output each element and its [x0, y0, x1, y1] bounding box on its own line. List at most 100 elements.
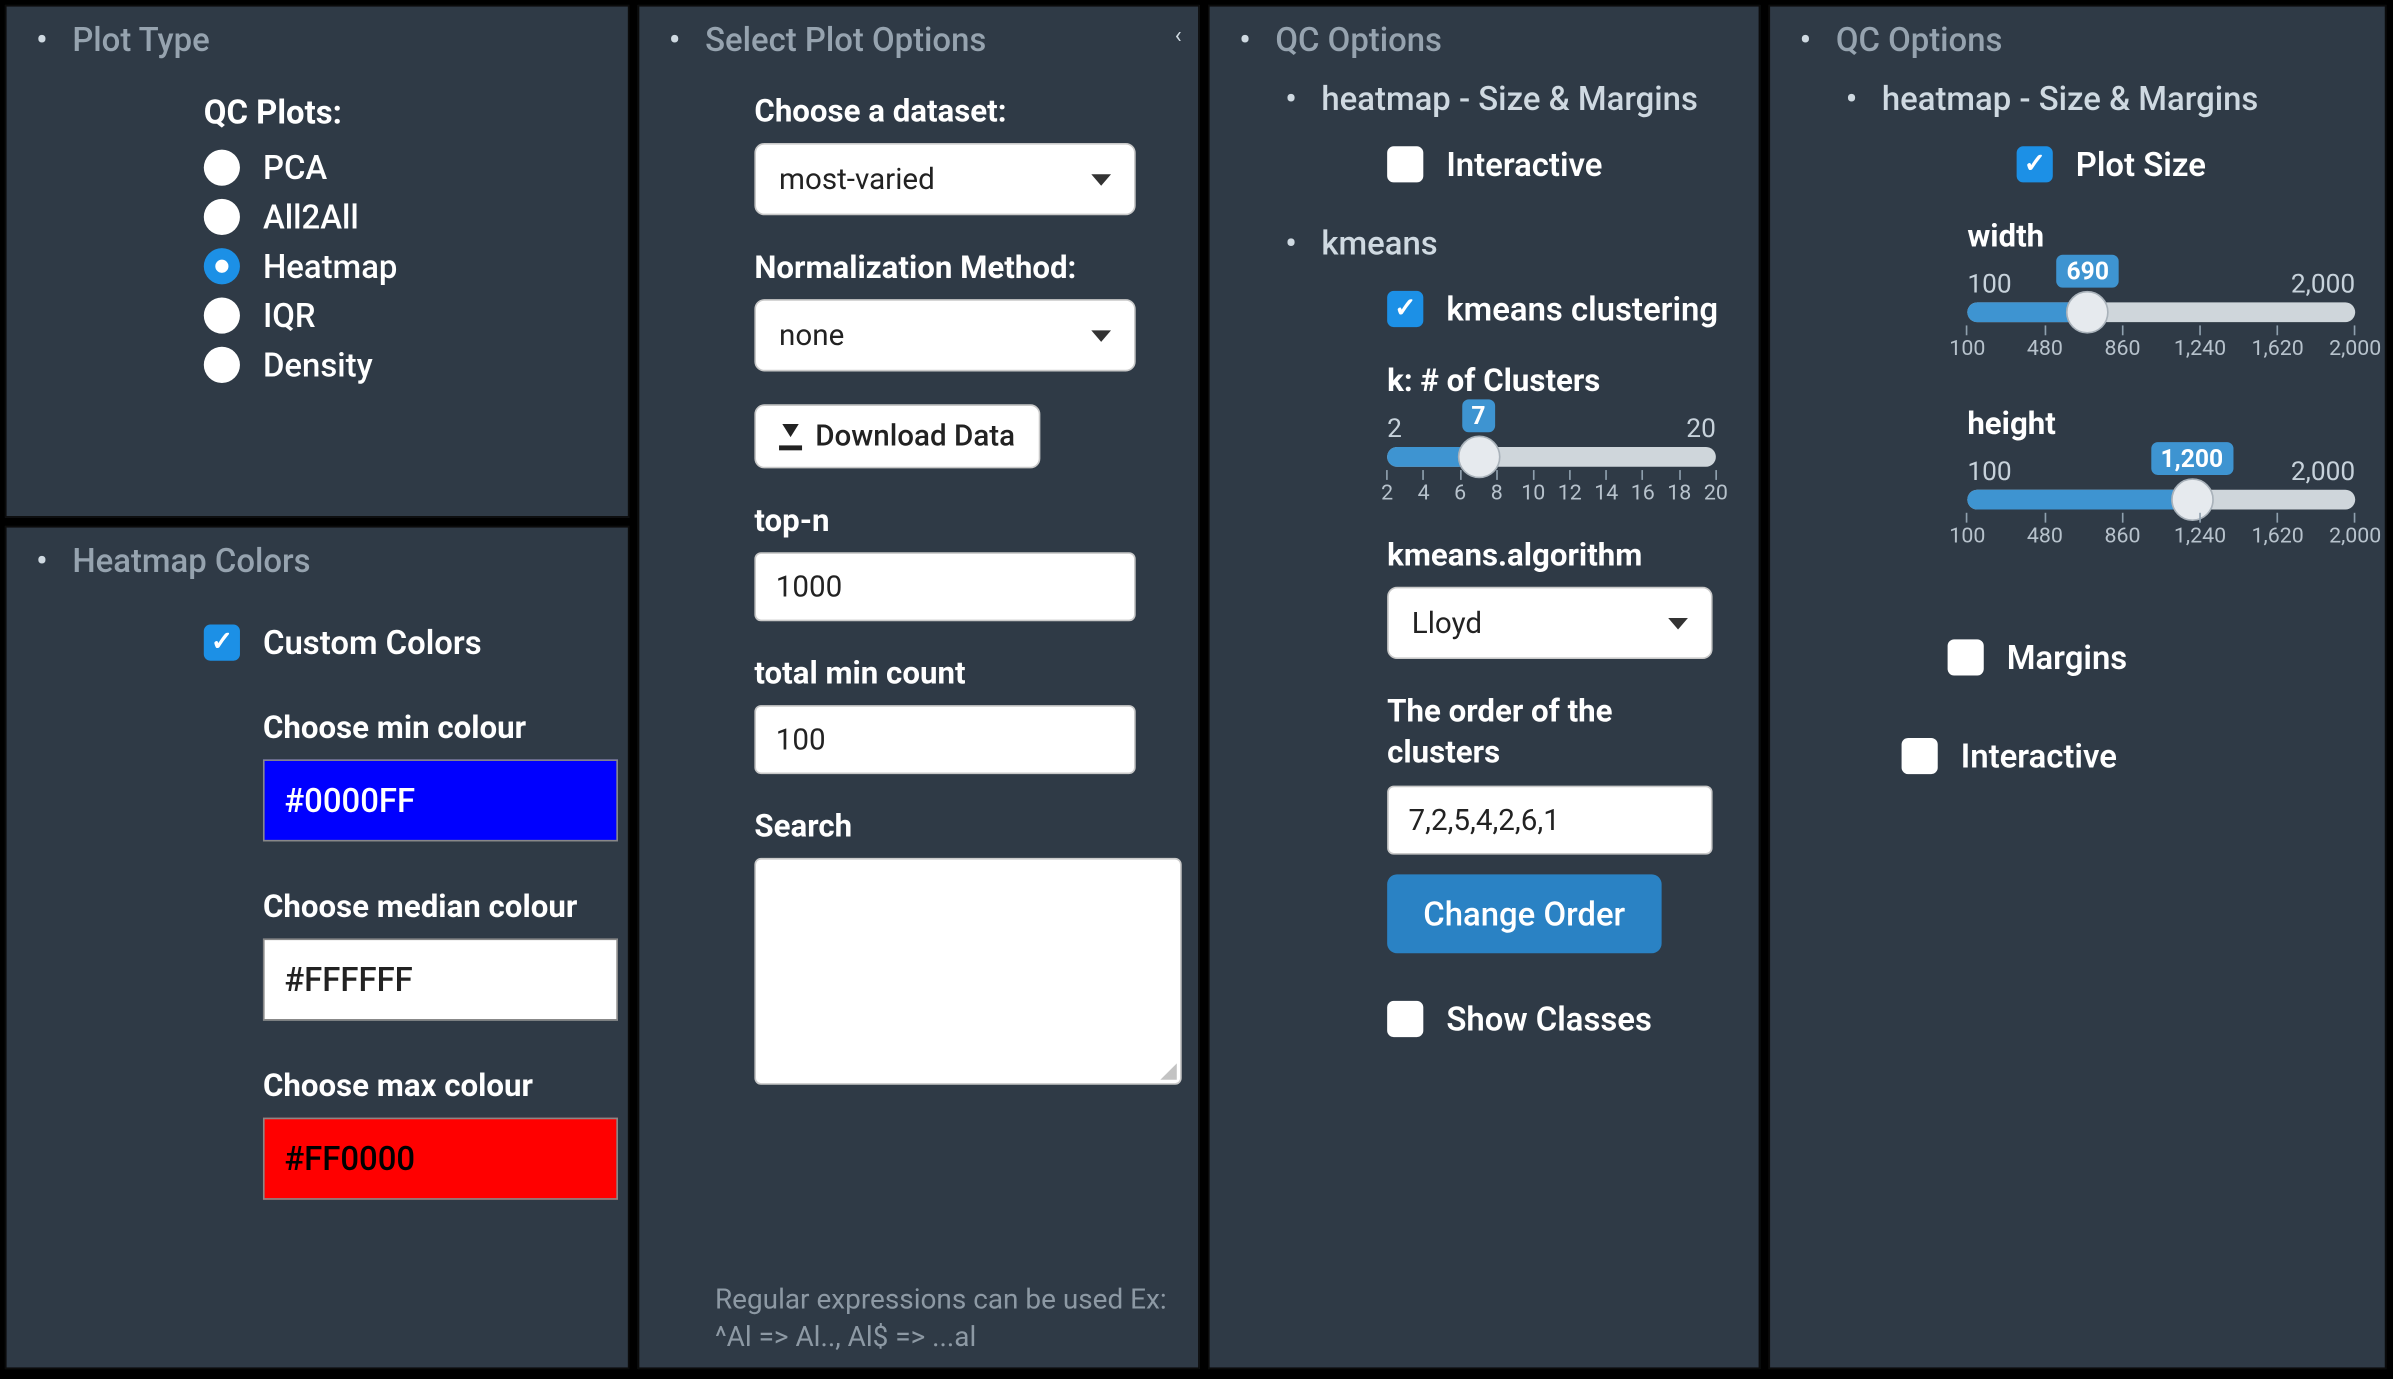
slider-tick: 100: [1949, 513, 1985, 549]
slider-tick: 8: [1491, 470, 1503, 506]
heatmap-size-margins-sub-2: heatmap - Size & Margins: [1770, 72, 2385, 125]
select-plot-title: Select Plot Options: [639, 7, 1198, 73]
change-order-button[interactable]: Change Order: [1387, 875, 1661, 954]
chevron-down-icon: [1668, 617, 1688, 629]
median-colour-label: Choose median colour: [263, 888, 588, 926]
slider-value-bubble: 7: [1462, 399, 1496, 432]
slider-tick: 1,240: [2174, 513, 2226, 549]
radio-icon: [204, 248, 240, 284]
qc-options-title-2: QC Options: [1770, 7, 2385, 73]
kmeans-section: kmeans: [1210, 217, 1759, 270]
search-hint: Regular expressions can be used Ex: ^Al …: [715, 1282, 1182, 1357]
radio-density[interactable]: Density: [204, 345, 589, 384]
k-clusters-label: k: # of Clusters: [1387, 362, 1726, 400]
kmeans-algo-label: kmeans.algorithm: [1387, 536, 1726, 574]
qc-plots-heading: QC Plots:: [204, 92, 589, 131]
slider-tick: 860: [2104, 325, 2140, 361]
slider-tick: 20: [1704, 470, 1728, 506]
width-slider[interactable]: 1002,0006901004808601,2401,6202,000: [1967, 268, 2355, 358]
min-colour-label: Choose min colour: [263, 708, 588, 746]
radio-pca[interactable]: PCA: [204, 148, 589, 187]
checkbox-icon: [1948, 639, 1984, 675]
slider-tick: 480: [2027, 325, 2063, 361]
median-colour-input[interactable]: #FFFFFF: [263, 938, 618, 1020]
slider-tick: 1,620: [2251, 325, 2303, 361]
margins-label: Margins: [2007, 638, 2127, 677]
mincount-value: 100: [776, 722, 826, 757]
slider-min: 100: [1967, 268, 2011, 299]
slider-value-bubble: 1,200: [2151, 442, 2233, 475]
radio-icon: [204, 150, 240, 186]
radio-all2all[interactable]: All2All: [204, 197, 589, 236]
radio-icon: [204, 297, 240, 333]
slider-min: 2: [1387, 413, 1402, 444]
slider-max: 20: [1686, 413, 1716, 444]
show-classes-label: Show Classes: [1446, 1000, 1652, 1039]
interactive-label-2: Interactive: [1961, 736, 2117, 775]
slider-value-bubble: 690: [2057, 255, 2119, 288]
qc-options-title-1: QC Options: [1210, 7, 1759, 73]
min-colour-input[interactable]: #0000FF: [263, 759, 618, 841]
radio-heatmap[interactable]: Heatmap: [204, 247, 589, 286]
median-colour-value: #FFFFFF: [284, 960, 412, 999]
cluster-order-input[interactable]: 7,2,5,4,2,6,1: [1387, 786, 1712, 855]
mincount-input[interactable]: 100: [754, 705, 1135, 774]
custom-colors-checkbox[interactable]: Custom Colors: [204, 623, 589, 662]
norm-method-select[interactable]: none: [754, 299, 1135, 371]
collapse-caret-icon[interactable]: ‹: [1175, 23, 1182, 49]
search-label: Search: [754, 807, 1158, 845]
heatmap-colors-title: Heatmap Colors: [7, 528, 628, 594]
chevron-down-icon: [1091, 173, 1111, 185]
download-data-label: Download Data: [815, 419, 1015, 454]
mincount-label: total min count: [754, 654, 1158, 692]
slider-tick: 16: [1631, 470, 1655, 506]
norm-method-select-value: none: [779, 318, 844, 353]
interactive-checkbox-2[interactable]: Interactive: [1902, 736, 2385, 775]
k-clusters-slider[interactable]: 22072468101214161820: [1387, 413, 1716, 503]
topn-input[interactable]: 1000: [754, 552, 1135, 621]
show-classes-checkbox[interactable]: Show Classes: [1387, 1000, 1726, 1039]
width-label: width: [1967, 217, 2352, 255]
search-textarea[interactable]: [754, 858, 1181, 1085]
radio-icon: [204, 347, 240, 383]
slider-tick: 18: [1667, 470, 1691, 506]
slider-tick: 12: [1558, 470, 1582, 506]
download-icon: [779, 423, 802, 449]
slider-tick: 100: [1949, 325, 1985, 361]
kmeans-clustering-checkbox[interactable]: kmeans clustering: [1387, 289, 1726, 328]
topn-value: 1000: [776, 569, 843, 604]
slider-tick: 2,000: [2329, 513, 2381, 549]
slider-tick: 860: [2104, 513, 2140, 549]
kmeans-algo-select[interactable]: Lloyd: [1387, 587, 1712, 659]
interactive-checkbox-1[interactable]: Interactive: [1387, 145, 1758, 184]
cluster-order-value: 7,2,5,4,2,6,1: [1409, 803, 1560, 838]
checkbox-icon: [204, 625, 240, 661]
radio-label: Density: [263, 345, 373, 384]
margins-checkbox[interactable]: Margins: [1948, 638, 2385, 677]
change-order-label: Change Order: [1423, 895, 1625, 934]
interactive-label-1: Interactive: [1446, 145, 1602, 184]
radio-iqr[interactable]: IQR: [204, 296, 589, 335]
download-data-button[interactable]: Download Data: [754, 404, 1039, 468]
checkbox-icon: [2017, 146, 2053, 182]
kmeans-algo-value: Lloyd: [1412, 606, 1482, 641]
panel-qc-options-kmeans: QC Options heatmap - Size & Margins Inte…: [1208, 5, 1760, 1369]
slider-tick: 6: [1454, 470, 1466, 506]
slider-max: 2,000: [2291, 455, 2355, 486]
dataset-select[interactable]: most-varied: [754, 143, 1135, 215]
max-colour-input[interactable]: #FF0000: [263, 1118, 618, 1200]
radio-icon: [204, 199, 240, 235]
checkbox-icon: [1387, 291, 1423, 327]
radio-label: Heatmap: [263, 247, 397, 286]
max-colour-label: Choose max colour: [263, 1067, 588, 1105]
plot-size-checkbox[interactable]: Plot Size: [2017, 145, 2385, 184]
height-label: height: [1967, 404, 2352, 442]
checkbox-icon: [1387, 146, 1423, 182]
heatmap-size-margins-sub-1: heatmap - Size & Margins: [1210, 72, 1759, 125]
radio-label: All2All: [263, 197, 359, 236]
topn-label: top-n: [754, 501, 1158, 539]
slider-min: 100: [1967, 455, 2011, 486]
panel-qc-options-plotsize: QC Options heatmap - Size & Margins Plot…: [1768, 5, 2386, 1369]
slider-tick: 2,000: [2329, 325, 2381, 361]
height-slider[interactable]: 1002,0001,2001004808601,2401,6202,000: [1967, 455, 2355, 545]
